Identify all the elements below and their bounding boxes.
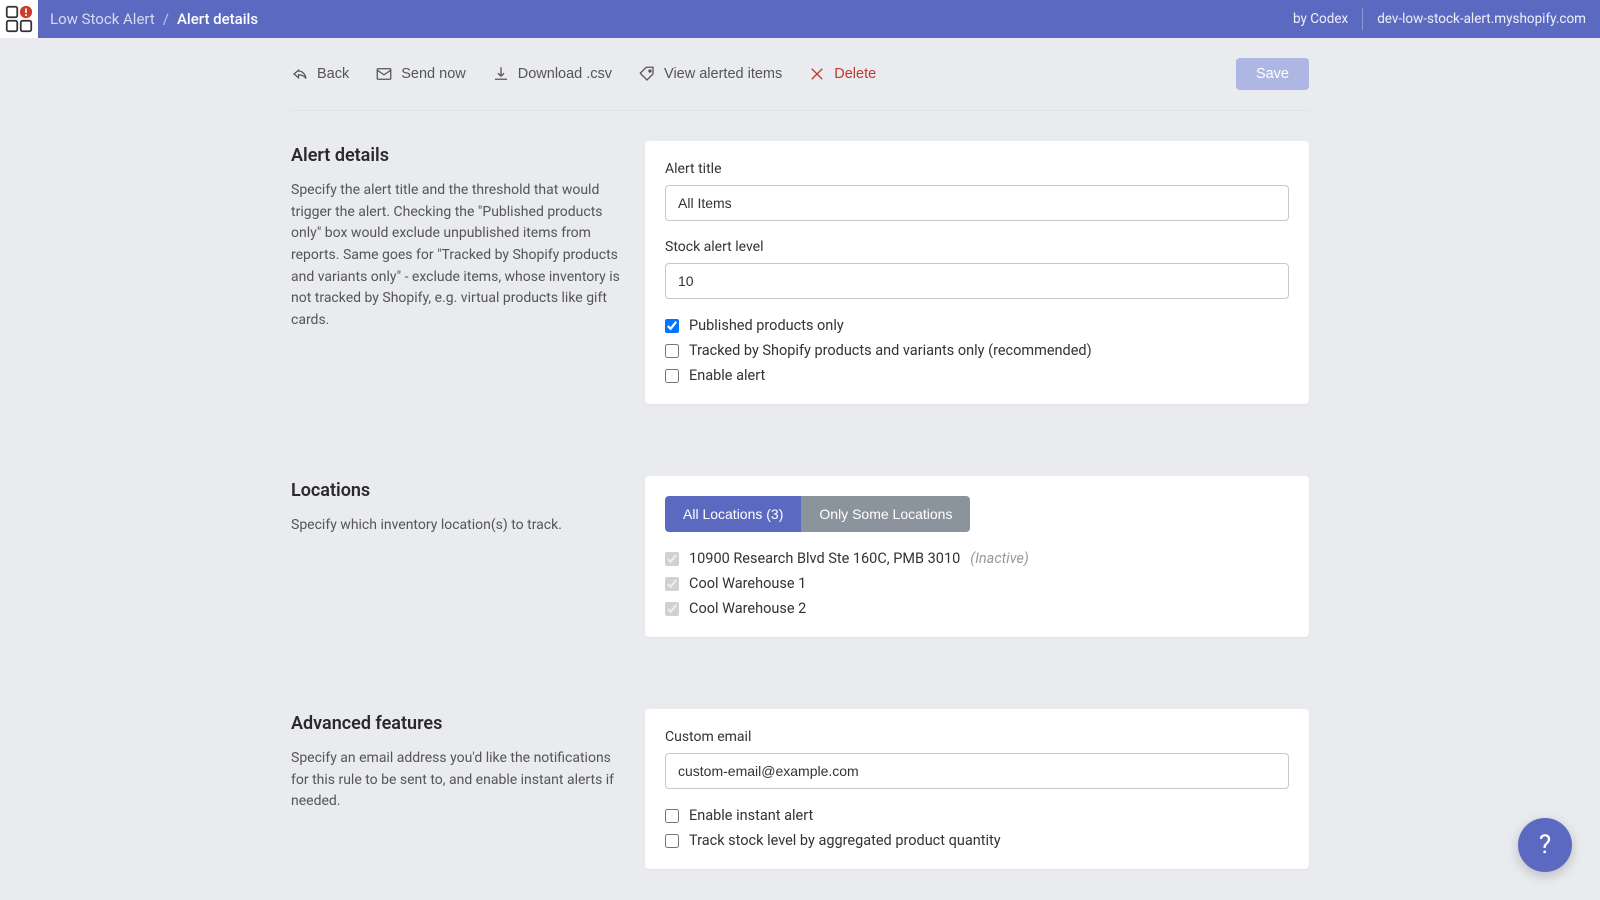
section-desc: Specify the alert title and the threshol…	[291, 180, 621, 332]
stock-level-input[interactable]	[665, 263, 1289, 299]
advanced-card: Custom email Enable instant alert Track …	[645, 709, 1309, 869]
tab-all-locations[interactable]: All Locations (3)	[665, 496, 801, 532]
alert-title-input[interactable]	[665, 185, 1289, 221]
section-desc: Specify which inventory location(s) to t…	[291, 515, 621, 537]
section-desc: Specify an email address you'd like the …	[291, 748, 621, 813]
location-label: Cool Warehouse 1	[689, 575, 806, 592]
send-now-label: Send now	[401, 66, 466, 82]
section-advanced: Advanced features Specify an email addre…	[291, 679, 1309, 869]
location-checkbox	[665, 602, 679, 616]
locations-segmented: All Locations (3) Only Some Locations	[665, 496, 970, 532]
back-button[interactable]: Back	[291, 65, 349, 83]
published-only-checkbox[interactable]	[665, 319, 679, 333]
header-right: by Codex dev-low-stock-alert.myshopify.c…	[1293, 8, 1586, 30]
tab-some-locations[interactable]: Only Some Locations	[801, 496, 970, 532]
published-only-label: Published products only	[689, 317, 844, 334]
breadcrumb-separator: /	[163, 10, 169, 28]
locations-card: All Locations (3) Only Some Locations 10…	[645, 476, 1309, 637]
envelope-icon	[375, 65, 393, 83]
download-csv-label: Download .csv	[518, 66, 612, 82]
location-checkbox	[665, 577, 679, 591]
stock-level-label: Stock alert level	[665, 239, 1289, 255]
custom-email-label: Custom email	[665, 729, 1289, 745]
location-checkbox	[665, 552, 679, 566]
enable-instant-label: Enable instant alert	[689, 807, 813, 824]
action-toolbar: Back Send now Download .csv View alerted…	[291, 38, 1309, 111]
section-alert-details: Alert details Specify the alert title an…	[291, 111, 1309, 404]
custom-email-input[interactable]	[665, 753, 1289, 789]
help-fab[interactable]: ?	[1518, 818, 1572, 872]
by-codex-link[interactable]: by Codex	[1293, 11, 1348, 27]
shop-domain-link[interactable]: dev-low-stock-alert.myshopify.com	[1377, 11, 1586, 27]
save-button[interactable]: Save	[1236, 58, 1309, 90]
app-logo	[0, 0, 38, 38]
enable-alert-row[interactable]: Enable alert	[665, 367, 1289, 384]
view-alerted-button[interactable]: View alerted items	[638, 65, 782, 83]
view-alerted-label: View alerted items	[664, 66, 782, 82]
back-button-label: Back	[317, 66, 349, 82]
enable-alert-label: Enable alert	[689, 367, 765, 384]
section-locations: Locations Specify which inventory locati…	[291, 446, 1309, 637]
question-mark-icon: ?	[1539, 830, 1551, 860]
section-title: Alert details	[291, 145, 621, 166]
breadcrumb-current: Alert details	[177, 10, 258, 28]
track-aggregate-row[interactable]: Track stock level by aggregated product …	[665, 832, 1289, 849]
location-row: Cool Warehouse 1	[665, 575, 1289, 592]
enable-instant-row[interactable]: Enable instant alert	[665, 807, 1289, 824]
delete-label: Delete	[834, 66, 876, 82]
header-divider	[1362, 8, 1363, 30]
alert-details-card: Alert title Stock alert level Published …	[645, 141, 1309, 404]
enable-instant-checkbox[interactable]	[665, 809, 679, 823]
tracked-only-row[interactable]: Tracked by Shopify products and variants…	[665, 342, 1289, 359]
location-row: 10900 Research Blvd Ste 160C, PMB 3010 (…	[665, 550, 1289, 567]
location-inactive-suffix: (Inactive)	[970, 550, 1029, 567]
published-only-row[interactable]: Published products only	[665, 317, 1289, 334]
tracked-only-label: Tracked by Shopify products and variants…	[689, 342, 1092, 359]
track-aggregate-checkbox[interactable]	[665, 834, 679, 848]
x-icon	[808, 65, 826, 83]
location-row: Cool Warehouse 2	[665, 600, 1289, 617]
download-csv-button[interactable]: Download .csv	[492, 65, 612, 83]
send-now-button[interactable]: Send now	[375, 65, 466, 83]
app-header: Low Stock Alert / Alert details by Codex…	[0, 0, 1600, 38]
enable-alert-checkbox[interactable]	[665, 369, 679, 383]
download-icon	[492, 65, 510, 83]
location-label: 10900 Research Blvd Ste 160C, PMB 3010	[689, 550, 960, 567]
delete-button[interactable]: Delete	[808, 65, 876, 83]
tag-icon	[638, 65, 656, 83]
track-aggregate-label: Track stock level by aggregated product …	[689, 832, 1001, 849]
reply-arrow-icon	[291, 65, 309, 83]
breadcrumb-root[interactable]: Low Stock Alert	[50, 10, 155, 28]
breadcrumb: Low Stock Alert / Alert details	[50, 10, 258, 28]
tracked-only-checkbox[interactable]	[665, 344, 679, 358]
section-title: Advanced features	[291, 713, 621, 734]
section-title: Locations	[291, 480, 621, 501]
location-label: Cool Warehouse 2	[689, 600, 806, 617]
alert-title-label: Alert title	[665, 161, 1289, 177]
